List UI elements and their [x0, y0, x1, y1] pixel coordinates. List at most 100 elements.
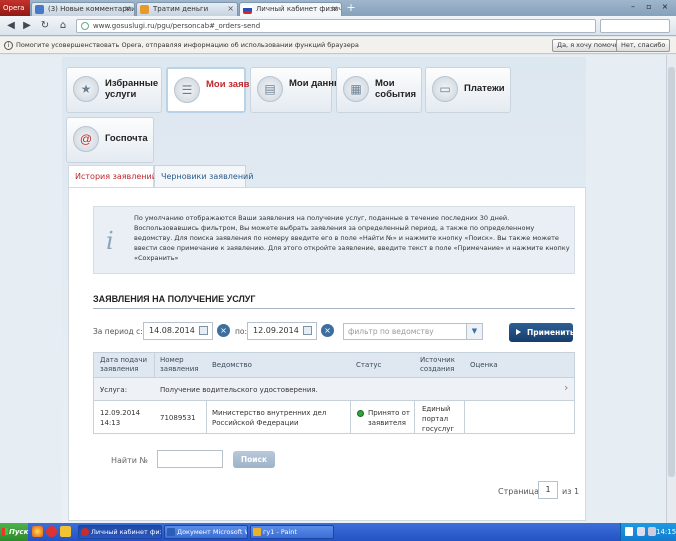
period-to-label: по: — [235, 327, 248, 336]
nav-payments[interactable]: ▭ Платежи — [425, 67, 511, 113]
period-from-label: За период с: — [93, 327, 143, 336]
taskbar-item-label: Документ Microsoft Wor... — [177, 528, 247, 536]
paint-icon — [253, 528, 261, 536]
nav-label: Избранные услуги — [105, 78, 159, 100]
opera-icon[interactable] — [46, 526, 57, 537]
back-icon[interactable]: ◀ — [4, 19, 18, 33]
close-icon[interactable]: × — [227, 3, 234, 15]
browser-tab-title: Личный кабинет физическо... — [256, 5, 342, 13]
service-row[interactable]: Услуга: Получение водительского удостове… — [94, 377, 574, 401]
pager-total: из 1 — [562, 487, 580, 496]
tab-favicon-icon — [243, 5, 252, 14]
word-icon — [167, 528, 175, 536]
service-label: Услуга: — [100, 386, 128, 394]
nav-my-events[interactable]: ▦ Мои события — [336, 67, 422, 113]
calendar-icon[interactable] — [199, 326, 208, 335]
date-from-value: 14.08.2014 — [149, 326, 195, 335]
date-from-input[interactable]: 14.08.2014 — [143, 322, 213, 340]
taskbar-item-label: Личный кабинет физ... — [91, 528, 162, 536]
window-close-icon[interactable]: × — [658, 1, 672, 13]
section-divider — [93, 308, 575, 309]
apply-button[interactable]: Применить — [509, 323, 575, 342]
address-toolbar: ◀ ▶ ↻ ⌂ www.gosuslugi.ru/pgu/personcab#_… — [0, 16, 676, 36]
close-icon[interactable]: × — [124, 3, 131, 15]
nav-label: Платежи — [464, 83, 505, 94]
reload-icon[interactable]: ↻ — [38, 19, 52, 33]
search-button[interactable]: Поиск — [233, 451, 275, 468]
browser-tab-cabinet[interactable]: Личный кабинет физическо... × — [239, 2, 342, 16]
apply-label: Применить — [527, 328, 575, 337]
taskbar-item-paint[interactable]: гу1 - Paint — [250, 525, 334, 539]
wallet-icon: ▭ — [432, 76, 458, 102]
page-number-input[interactable]: 1 — [538, 481, 558, 499]
opera-icon — [81, 528, 89, 536]
vertical-scrollbar[interactable] — [666, 55, 676, 523]
service-value: Получение водительского удостоверения. — [160, 386, 318, 394]
windows-flag-icon — [2, 528, 8, 535]
column-divider — [154, 353, 155, 377]
network-icon[interactable] — [637, 527, 645, 536]
info-box: i По умолчанию отображаются Ваши заявлен… — [93, 206, 575, 274]
column-header: Источник создания — [420, 356, 455, 373]
calendar-icon: ▦ — [343, 76, 369, 102]
department-filter-select[interactable]: фильтр по ведомству ▼ — [343, 323, 483, 340]
taskbar-item-label: гу1 - Paint — [263, 528, 297, 536]
chevron-down-icon[interactable]: ▼ — [466, 324, 482, 339]
maximize-icon[interactable]: ▫ — [642, 1, 656, 13]
opera-menu-button[interactable]: Opera — [0, 0, 30, 16]
accept-help-button[interactable]: Да, я хочу помочь — [552, 39, 624, 52]
row-department: Министерство внутренних дел Российской Ф… — [212, 409, 327, 427]
taskbar-item-word[interactable]: Документ Microsoft Wor... — [164, 525, 248, 539]
start-button[interactable]: Пуск — [0, 523, 28, 541]
decline-button[interactable]: Нет, спасибо — [616, 39, 671, 52]
mail-icon: @ — [73, 126, 99, 152]
clear-date-to-icon[interactable]: × — [321, 324, 334, 337]
clear-date-from-icon[interactable]: × — [217, 324, 230, 337]
clock: 14:15 — [656, 528, 676, 536]
notification-text: Помогите усовершенствовать Opera, отправ… — [16, 41, 359, 49]
home-icon[interactable]: ⌂ — [56, 19, 70, 33]
minimize-icon[interactable]: – — [626, 1, 640, 13]
row-status: Принято от заявителя — [368, 409, 410, 427]
new-tab-icon[interactable]: + — [344, 2, 358, 14]
row-time: 14:13 — [100, 419, 121, 427]
tab-drafts[interactable]: Черновики заявлений — [154, 165, 253, 187]
table-row[interactable]: 12.09.2014 14:13 71089531 Министерство в… — [94, 401, 574, 433]
nav-my-applications[interactable]: ☰ Мои заявки — [166, 67, 260, 113]
date-to-value: 12.09.2014 — [253, 326, 299, 335]
chrome-icon[interactable] — [32, 526, 43, 537]
status-ok-icon — [357, 410, 364, 417]
browser-tab-money[interactable]: Тратим деньги × — [136, 2, 238, 16]
nav-label: Госпочта — [105, 133, 148, 144]
folder-icon[interactable] — [60, 526, 71, 537]
volume-icon[interactable] — [648, 527, 656, 536]
play-icon — [516, 329, 521, 335]
address-input[interactable]: www.gosuslugi.ru/pgu/personcab#_orders-s… — [76, 19, 596, 33]
scrollbar-thumb[interactable] — [668, 67, 675, 477]
forward-icon[interactable]: ▶ — [20, 19, 34, 33]
chevron-right-icon[interactable]: › — [564, 382, 568, 393]
close-icon[interactable]: × — [331, 3, 338, 15]
row-number[interactable]: 71089531 — [160, 413, 196, 423]
column-header: Дата подачи заявления — [100, 356, 148, 373]
find-number-input[interactable] — [157, 450, 223, 468]
notification-bar: i Помогите усовершенствовать Opera, отпр… — [0, 37, 676, 54]
browser-search-input[interactable] — [600, 19, 670, 33]
list-icon: ☰ — [174, 77, 200, 103]
find-number-label: Найти № — [111, 456, 148, 465]
info-icon: i — [4, 41, 13, 50]
browser-tab-title: (3) Новые комментарии — [48, 5, 135, 13]
taskbar-item-browser[interactable]: Личный кабинет физ... — [78, 525, 162, 539]
nav-my-data[interactable]: ▤ Мои данные — [250, 67, 347, 113]
date-to-input[interactable]: 12.09.2014 — [247, 322, 317, 340]
nav-favorites[interactable]: ★ Избранные услуги — [66, 67, 162, 113]
language-icon[interactable] — [625, 527, 633, 536]
calendar-icon[interactable] — [303, 326, 312, 335]
tab-history[interactable]: История заявлений — [68, 165, 157, 187]
nav-gospochta[interactable]: @ Госпочта — [66, 117, 154, 163]
column-header: Оценка — [470, 361, 498, 369]
browser-tab-title: Тратим деньги — [153, 5, 209, 13]
row-date: 12.09.2014 — [100, 409, 141, 417]
browser-tab-comments[interactable]: (3) Новые комментарии × — [31, 2, 135, 16]
globe-icon — [81, 22, 89, 30]
